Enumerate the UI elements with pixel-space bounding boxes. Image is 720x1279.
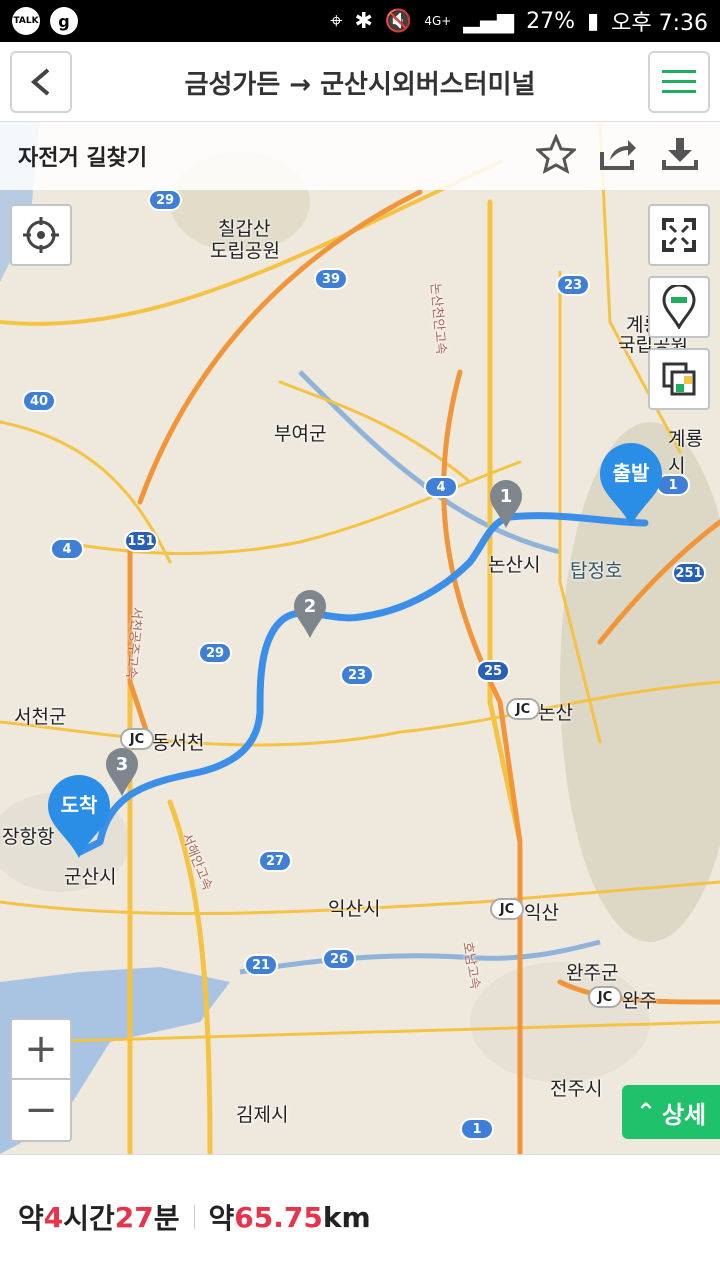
place-label: 완주군 bbox=[566, 962, 619, 984]
road-shield: 27 bbox=[258, 850, 292, 872]
location-icon: ⌖ bbox=[330, 8, 343, 34]
distance-unit: km bbox=[322, 1200, 371, 1234]
road-shield: 21 bbox=[244, 954, 278, 976]
star-icon[interactable] bbox=[536, 134, 576, 174]
detail-button-label: 상세 bbox=[661, 1100, 707, 1129]
route-type-title: 자전거 길찾기 bbox=[18, 146, 148, 171]
detail-button[interactable]: ⌃ 상세 bbox=[622, 1085, 720, 1139]
map-view[interactable]: 칠갑산 도립공원 부여군 논산시 탑정호 논산 서천군 동서천 장항항 군산시 … bbox=[0, 122, 720, 1154]
back-button[interactable] bbox=[10, 51, 72, 113]
waypoint-pin[interactable]: 2 bbox=[292, 588, 328, 644]
divider bbox=[193, 1205, 195, 1229]
back-arrow-icon bbox=[30, 68, 50, 96]
place-label: 익산 bbox=[524, 902, 559, 924]
road-shield: 151 bbox=[124, 530, 158, 552]
map-layer-button[interactable] bbox=[648, 348, 710, 410]
route-title: 금성가든 → 군산시외버스터미널 bbox=[184, 69, 536, 100]
route-summary: 약 4 시간 27 분 약 65.75 km bbox=[0, 1154, 720, 1279]
waypoint-number: 3 bbox=[116, 754, 129, 775]
status-bar: TALK g ⌖ ✱ 🔇 4G+ ▂▄▆ 27% ▮ 오후 7:36 bbox=[0, 0, 720, 42]
place-label: 계룡시 bbox=[668, 428, 703, 477]
road-shield: 1 bbox=[460, 1118, 494, 1140]
road-shield: 23 bbox=[556, 274, 590, 296]
road-shield: 29 bbox=[198, 642, 232, 664]
duration-hours: 4 bbox=[43, 1200, 64, 1234]
map-pin-icon bbox=[662, 285, 696, 329]
junction-marker: JC bbox=[490, 898, 524, 920]
route-marker-toggle-button[interactable] bbox=[648, 276, 710, 338]
road-shield: 251 bbox=[672, 562, 706, 584]
download-icon[interactable] bbox=[660, 134, 700, 174]
junction-marker: JC bbox=[588, 986, 622, 1008]
road-shield: 29 bbox=[148, 189, 182, 211]
menu-icon bbox=[662, 70, 696, 93]
road-shield: 25 bbox=[476, 660, 510, 682]
time-prefix: 약 bbox=[18, 1202, 44, 1235]
my-location-button[interactable] bbox=[10, 204, 72, 266]
hours-unit: 시간 bbox=[63, 1202, 115, 1235]
start-label: 출발 bbox=[613, 461, 650, 485]
road-shield: 26 bbox=[322, 948, 356, 970]
place-label: 전주시 bbox=[550, 1078, 603, 1100]
waypoint-number: 2 bbox=[304, 596, 317, 617]
clock: 오후 7:36 bbox=[611, 11, 708, 36]
minutes-unit: 분 bbox=[153, 1202, 180, 1235]
distance-value: 65.75 bbox=[234, 1200, 323, 1234]
duration-minutes: 27 bbox=[114, 1200, 154, 1234]
place-label: 군산시 bbox=[64, 866, 117, 888]
app-header: 금성가든 → 군산시외버스터미널 bbox=[0, 42, 720, 122]
route-type-bar: 자전거 길찾기 bbox=[0, 122, 720, 190]
mute-icon: 🔇 bbox=[384, 8, 413, 34]
waypoint-number: 1 bbox=[500, 486, 513, 507]
battery-icon: ▮ bbox=[587, 8, 600, 34]
place-label: 부여군 bbox=[274, 423, 327, 445]
road-shield: 39 bbox=[314, 268, 348, 290]
fit-route-button[interactable] bbox=[648, 204, 710, 266]
place-label: 완주 bbox=[622, 990, 657, 1012]
place-label: 서천군 bbox=[14, 706, 67, 728]
place-label: 익산시 bbox=[328, 898, 381, 920]
place-label: 김제시 bbox=[236, 1104, 289, 1126]
road-shield: 23 bbox=[340, 664, 374, 686]
distance-prefix: 약 bbox=[208, 1202, 235, 1235]
bluetooth-icon: ✱ bbox=[354, 8, 373, 34]
road-shield: 4 bbox=[50, 538, 84, 560]
place-label: 탑정호 bbox=[570, 560, 623, 582]
network-type: 4G+ bbox=[424, 14, 452, 28]
end-label: 도착 bbox=[61, 793, 98, 817]
crosshair-icon bbox=[23, 217, 59, 253]
junction-marker: JC bbox=[506, 698, 540, 720]
zoom-in-button[interactable]: + bbox=[12, 1020, 70, 1080]
menu-button[interactable] bbox=[648, 51, 710, 113]
talk-icon: TALK bbox=[12, 7, 40, 35]
expand-icon bbox=[662, 218, 696, 252]
layers-icon bbox=[662, 362, 696, 396]
chevron-up-icon: ⌃ bbox=[635, 1098, 656, 1126]
g-app-icon: g bbox=[50, 7, 78, 35]
end-pin[interactable]: 도착 bbox=[46, 774, 112, 864]
place-label: 논산시 bbox=[488, 554, 541, 576]
place-label: 동서천 bbox=[152, 732, 205, 754]
place-label: 도립공원 bbox=[210, 240, 280, 262]
zoom-out-button[interactable]: − bbox=[12, 1080, 70, 1140]
start-pin[interactable]: 출발 bbox=[598, 442, 664, 532]
share-icon[interactable] bbox=[598, 134, 638, 174]
road-shield: 4 bbox=[424, 476, 458, 498]
place-label: 논산 bbox=[538, 702, 573, 724]
road-shield: 40 bbox=[22, 390, 56, 412]
zoom-control: + − bbox=[10, 1018, 72, 1142]
signal-icon: ▂▄▆ bbox=[463, 8, 515, 34]
waypoint-pin[interactable]: 1 bbox=[488, 478, 524, 534]
battery-percent: 27% bbox=[526, 8, 575, 34]
